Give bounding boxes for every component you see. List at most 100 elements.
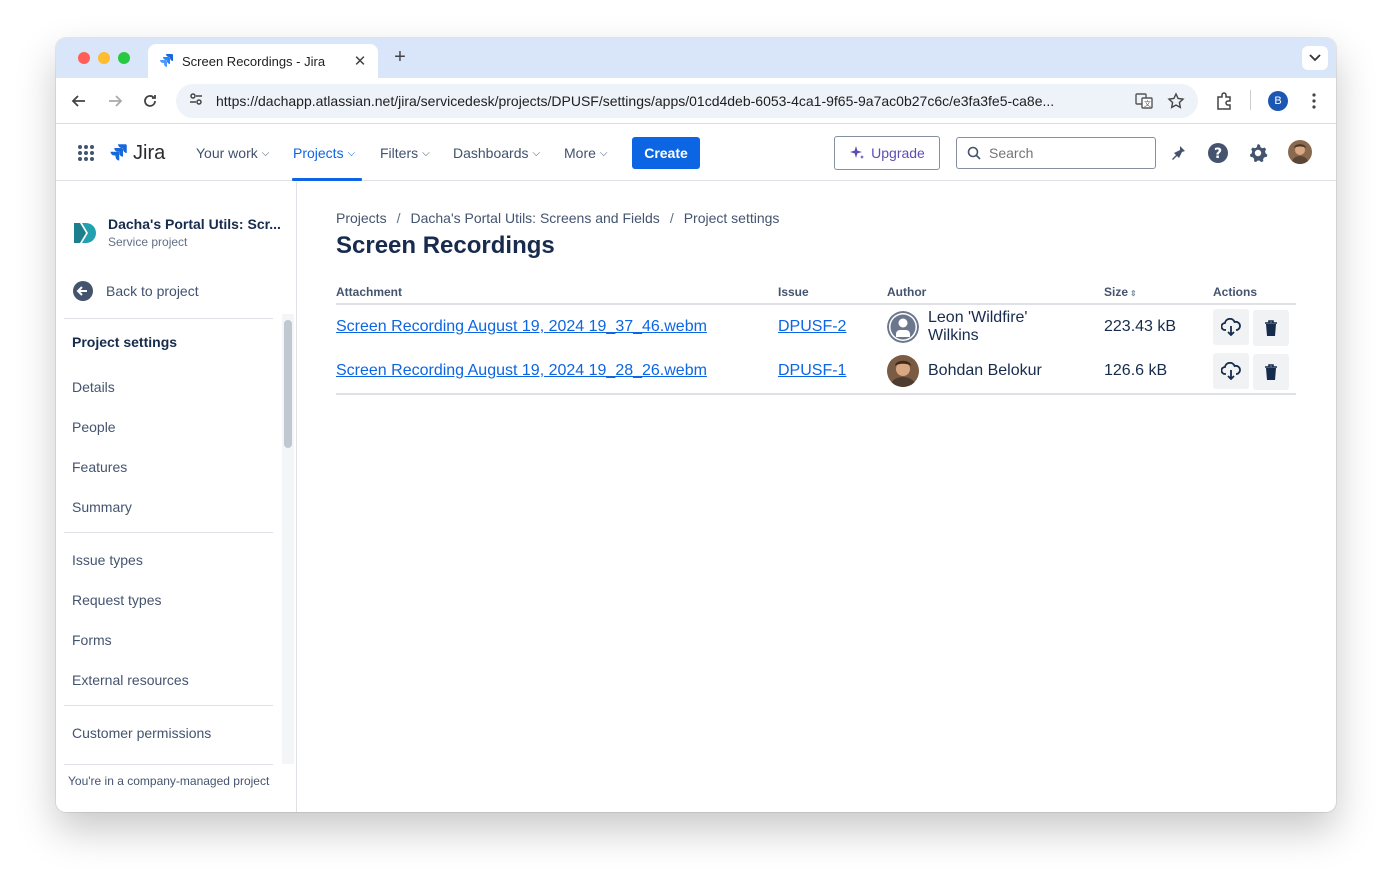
recordings-table: Attachment Issue Author Size ⇕ Actions Sc…: [336, 282, 1296, 395]
help-icon[interactable]: ?: [1206, 141, 1230, 165]
sidebar-divider: [64, 705, 273, 706]
app-switcher-icon[interactable]: [74, 141, 98, 165]
extensions-icon[interactable]: [1214, 91, 1234, 116]
jira-favicon-icon: [158, 53, 174, 69]
size-value: 126.6 kB: [1104, 349, 1213, 395]
sidebar-heading-project-settings: Project settings: [72, 334, 178, 350]
breadcrumb-project[interactable]: Dacha's Portal Utils: Screens and Fields: [410, 210, 659, 226]
nav-projects[interactable]: Projects ⌵: [293, 125, 355, 181]
column-header-issue: Issue: [778, 282, 887, 305]
nav-more[interactable]: More ⌵: [564, 125, 608, 181]
breadcrumb: Projects / Dacha's Portal Utils: Screens a…: [336, 210, 779, 226]
close-window-button[interactable]: [78, 52, 90, 64]
forward-arrow-icon[interactable]: [106, 92, 124, 110]
svg-text:文: 文: [1144, 99, 1151, 108]
upgrade-label: Upgrade: [871, 145, 925, 161]
page-title: Screen Recordings: [336, 232, 555, 259]
column-header-author: Author: [887, 282, 1104, 305]
create-button[interactable]: Create: [632, 137, 700, 169]
size-value: 223.43 kB: [1104, 318, 1177, 335]
nav-filters[interactable]: Filters ⌵: [380, 125, 430, 181]
tab-title: Screen Recordings - Jira: [182, 53, 326, 69]
delete-button[interactable]: [1253, 309, 1289, 346]
sort-icon[interactable]: ⇕: [1130, 289, 1137, 298]
minimize-window-button[interactable]: [98, 52, 110, 64]
chevron-down-icon: ⌵: [347, 147, 356, 159]
sidebar-item-people[interactable]: People: [72, 419, 116, 435]
column-header-attachment: Attachment: [336, 282, 778, 305]
breadcrumb-project-settings[interactable]: Project settings: [684, 210, 780, 226]
issue-link[interactable]: DPUSF-2: [778, 318, 846, 335]
upgrade-button[interactable]: Upgrade: [834, 136, 940, 170]
search-field[interactable]: [956, 137, 1156, 169]
jira-logo[interactable]: Jira: [108, 125, 165, 181]
project-name: Dacha's Portal Utils: Scr...: [108, 216, 281, 232]
nav-your-work-label: Your work: [196, 145, 258, 161]
bookmark-star-icon[interactable]: [1166, 91, 1186, 111]
column-header-size[interactable]: Size ⇕: [1104, 282, 1213, 305]
browser-tab[interactable]: Screen Recordings - Jira ✕: [148, 44, 378, 78]
new-tab-button[interactable]: +: [390, 46, 410, 69]
search-input[interactable]: [989, 145, 1139, 161]
delete-button[interactable]: [1253, 353, 1289, 390]
sidebar-item-issue-types[interactable]: Issue types: [72, 552, 143, 568]
translate-icon[interactable]: 文: [1134, 91, 1154, 111]
author-name-line1: Leon 'Wildfire': [928, 309, 1028, 326]
nav-your-work[interactable]: Your work ⌵: [196, 125, 269, 181]
nav-filters-label: Filters: [380, 145, 419, 161]
author-name-line2: Wilkins: [928, 327, 979, 344]
cloud-download-icon: [1221, 361, 1241, 380]
nav-more-label: More: [564, 145, 596, 161]
svg-text:?: ?: [1214, 146, 1222, 162]
author-name-line1: Bohdan Belokur: [928, 362, 1042, 379]
nav-dashboards[interactable]: Dashboards ⌵: [453, 125, 540, 181]
sidebar-scrollbar-thumb[interactable]: [284, 320, 292, 448]
reload-icon[interactable]: [141, 92, 159, 110]
maximize-window-button[interactable]: [118, 52, 130, 64]
project-type: Service project: [108, 235, 188, 249]
breadcrumb-separator: /: [396, 210, 401, 226]
close-tab-icon[interactable]: ✕: [352, 52, 368, 70]
tab-search-button[interactable]: [1302, 46, 1328, 70]
notifications-icon[interactable]: [1166, 141, 1190, 165]
nav-projects-label: Projects: [293, 145, 344, 161]
sidebar-item-customer-permissions[interactable]: Customer permissions: [72, 725, 211, 741]
download-button[interactable]: [1213, 352, 1249, 389]
author-name: Leon 'Wildfire' Wilkins: [928, 309, 1027, 345]
issue-link[interactable]: DPUSF-1: [778, 362, 846, 379]
chevron-down-icon: ⌵: [599, 147, 608, 159]
sparkle-icon: [850, 146, 865, 159]
sidebar-item-details[interactable]: Details: [72, 379, 115, 395]
user-avatar[interactable]: [1288, 140, 1312, 164]
sidebar-item-forms[interactable]: Forms: [72, 632, 112, 648]
sidebar-item-request-types[interactable]: Request types: [72, 592, 162, 608]
sidebar-item-external-resources[interactable]: External resources: [72, 672, 189, 688]
attachment-link[interactable]: Screen Recording August 19, 2024 19_37_4…: [336, 318, 707, 335]
breadcrumb-projects[interactable]: Projects: [336, 210, 387, 226]
download-button[interactable]: [1213, 308, 1249, 345]
attachment-link[interactable]: Screen Recording August 19, 2024 19_28_2…: [336, 362, 707, 379]
site-settings-icon[interactable]: [188, 91, 204, 112]
sidebar-divider: [64, 532, 273, 533]
browser-window: Screen Recordings - Jira ✕ + https://dac…: [56, 38, 1336, 812]
jira-logo-text: Jira: [133, 141, 166, 164]
back-arrow-icon[interactable]: [70, 92, 88, 110]
chevron-down-icon: ⌵: [532, 147, 541, 159]
address-bar[interactable]: https://dachapp.atlassian.net/jira/servi…: [176, 84, 1198, 118]
browser-profile-avatar[interactable]: B: [1268, 91, 1288, 111]
sidebar-item-features[interactable]: Features: [72, 459, 127, 475]
table-row: Screen Recording August 19, 2024 19_28_2…: [336, 349, 1296, 395]
project-header[interactable]: Dacha's Portal Utils: Scr... Service pro…: [72, 216, 281, 249]
trash-icon: [1265, 319, 1277, 336]
back-to-project-link[interactable]: Back to project: [72, 280, 199, 302]
sidebar-divider: [64, 318, 273, 319]
jira-logo-icon: [110, 144, 127, 161]
search-icon: [967, 146, 981, 160]
author-cell: Bohdan Belokur: [887, 355, 1104, 387]
sidebar-footer-text: You're in a company-managed project: [68, 774, 270, 788]
settings-gear-icon[interactable]: [1246, 141, 1270, 165]
jira-top-nav: Jira Your work ⌵ Projects ⌵ Filters ⌵ Dashb…: [56, 125, 1336, 181]
browser-menu-icon[interactable]: [1306, 91, 1322, 116]
sidebar-item-summary[interactable]: Summary: [72, 499, 132, 515]
chevron-down-icon: ⌵: [422, 147, 430, 159]
